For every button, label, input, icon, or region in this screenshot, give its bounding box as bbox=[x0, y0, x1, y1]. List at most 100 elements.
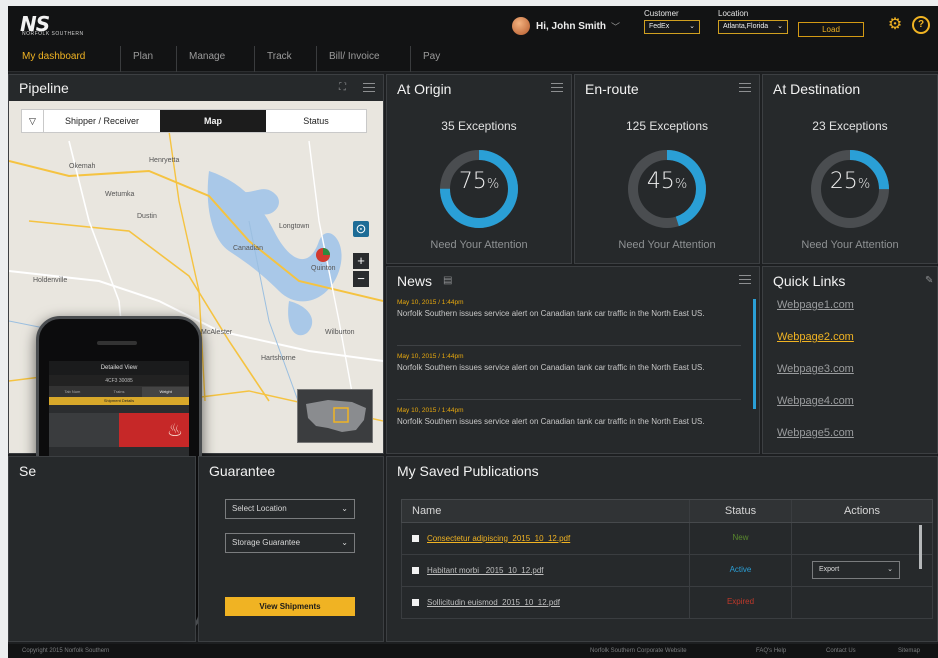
phone-header: Detailed View bbox=[49, 361, 189, 375]
load-button[interactable]: Load bbox=[798, 22, 864, 37]
view-shipments-button[interactable]: View Shipments bbox=[225, 597, 355, 616]
phone-banner: Shipment Details bbox=[49, 397, 189, 405]
file-link[interactable]: Habitant morbi _2015_10_12.pdf bbox=[427, 556, 544, 586]
fire-icon: ♨ bbox=[119, 413, 189, 447]
export-select[interactable]: Export ⌄ bbox=[812, 561, 900, 579]
percent-unit: % bbox=[674, 177, 688, 192]
actions-cell bbox=[792, 523, 932, 554]
norfolk-southern-logo[interactable]: NS NORFOLK SOUTHERN bbox=[20, 12, 110, 38]
chevron-down-icon: ⌄ bbox=[689, 23, 695, 30]
news-item[interactable]: May 10, 2015 / 1:44pm Norfolk Southern i… bbox=[397, 299, 717, 319]
file-link[interactable]: Consectetur adipiscing_2015_10_12.pdf bbox=[427, 524, 570, 554]
tab-shipper-receiver[interactable]: Shipper / Receiver bbox=[44, 110, 160, 132]
select-location-label: Select Location bbox=[232, 504, 287, 513]
menu-icon[interactable] bbox=[739, 83, 751, 93]
customer-group: Customer FedEx ⌄ bbox=[644, 9, 700, 34]
zoom-in-button[interactable]: + bbox=[353, 253, 369, 269]
checkbox[interactable] bbox=[412, 567, 419, 574]
pipeline-view-tabs: ▽ Shipper / Receiver Map Status bbox=[21, 109, 367, 133]
file-link[interactable]: Sollicitudin euismod_2015_10_12.pdf bbox=[427, 588, 560, 618]
origin-title: At Origin bbox=[397, 81, 452, 97]
quick-link[interactable]: Webpage2.com bbox=[777, 331, 854, 343]
edit-icon[interactable]: ✎ bbox=[925, 275, 933, 286]
customer-select[interactable]: FedEx ⌄ bbox=[644, 20, 700, 34]
news-date: May 10, 2015 / 1:44pm bbox=[397, 407, 464, 414]
help-icon[interactable]: ? bbox=[912, 16, 930, 34]
table-scrollbar[interactable] bbox=[919, 525, 922, 569]
menu-icon[interactable] bbox=[363, 83, 375, 93]
news-item[interactable]: May 10, 2015 / 1:44pm Norfolk Southern i… bbox=[397, 407, 717, 427]
checkbox[interactable] bbox=[412, 535, 419, 542]
zoom-out-button[interactable]: − bbox=[353, 271, 369, 287]
news-scrollbar[interactable] bbox=[753, 299, 756, 409]
phone-tab[interactable]: Tab Num bbox=[49, 387, 96, 397]
tab-pay[interactable]: Pay bbox=[410, 46, 452, 72]
tab-bill-invoice[interactable]: Bill/ Invoice bbox=[316, 46, 392, 72]
enroute-exceptions[interactable]: 125 Exceptions bbox=[575, 119, 759, 133]
destination-percent-value: 25 bbox=[829, 169, 858, 194]
phone-tab[interactable]: Trains bbox=[95, 387, 143, 397]
destination-exceptions[interactable]: 23 Exceptions bbox=[763, 119, 937, 133]
map-label-holdenville: Holdenville bbox=[33, 277, 68, 284]
table-row[interactable]: Sollicitudin euismod_2015_10_12.pdf Expi… bbox=[401, 587, 933, 619]
storage-guarantee-dropdown[interactable]: Storage Guarantee ⌄ bbox=[225, 533, 355, 553]
customer-label: Customer bbox=[644, 9, 679, 18]
phone-tab[interactable]: Weight bbox=[142, 387, 189, 397]
news-panel: News ▤ May 10, 2015 / 1:44pm Norfolk Sou… bbox=[386, 266, 760, 454]
select-location-dropdown[interactable]: Select Location ⌄ bbox=[225, 499, 355, 519]
news-text: Norfolk Southern issues service alert on… bbox=[397, 417, 705, 426]
shipments-panel: Se bbox=[8, 456, 196, 642]
gear-icon[interactable]: ⚙ bbox=[886, 16, 904, 34]
map-label-wetumka: Wetumka bbox=[105, 191, 135, 198]
quick-link[interactable]: Webpage5.com bbox=[777, 427, 854, 439]
origin-percent: 75% bbox=[435, 169, 523, 194]
quick-link[interactable]: Webpage4.com bbox=[777, 395, 854, 407]
location-select[interactable]: Atlanta,Florida ⌄ bbox=[718, 20, 788, 34]
quick-link[interactable]: Webpage1.com bbox=[777, 299, 854, 311]
news-title: News bbox=[397, 273, 433, 289]
column-name[interactable]: Name bbox=[402, 500, 690, 522]
footer-link[interactable]: Sitemap bbox=[898, 644, 920, 658]
map-label-dustin: Dustin bbox=[137, 213, 157, 220]
divider bbox=[397, 399, 741, 400]
menu-icon[interactable] bbox=[739, 275, 751, 285]
enroute-note: Need Your Attention bbox=[618, 239, 716, 251]
tab-map[interactable]: Map bbox=[160, 110, 266, 132]
phone-speaker bbox=[97, 341, 137, 345]
chevron-down-icon: ﹀ bbox=[611, 21, 621, 32]
origin-percent-value: 75 bbox=[458, 169, 487, 194]
news-text: Norfolk Southern issues service alert on… bbox=[397, 309, 705, 318]
enroute-percent: 45% bbox=[623, 169, 711, 194]
filter-icon[interactable]: ▽ bbox=[22, 110, 44, 132]
table-row[interactable]: Habitant morbi _2015_10_12.pdf Active Ex… bbox=[401, 555, 933, 587]
table-row[interactable]: Consectetur adipiscing_2015_10_12.pdf Ne… bbox=[401, 523, 933, 555]
status-badge: Expired bbox=[690, 587, 792, 618]
news-date: May 10, 2015 / 1:44pm bbox=[397, 299, 464, 306]
at-destination-panel: At Destination 23 Exceptions 25% Need Yo… bbox=[762, 74, 938, 264]
storage-guarantee-label: Storage Guarantee bbox=[232, 538, 301, 547]
user-menu[interactable]: Hi, John Smith ﹀ bbox=[512, 16, 620, 36]
news-item[interactable]: May 10, 2015 / 1:44pm Norfolk Southern i… bbox=[397, 353, 717, 373]
tab-track[interactable]: Track bbox=[254, 46, 304, 72]
phone-detail-block bbox=[49, 413, 119, 447]
tab-plan[interactable]: Plan bbox=[120, 46, 165, 72]
origin-exceptions[interactable]: 35 Exceptions bbox=[387, 119, 571, 133]
menu-icon[interactable] bbox=[551, 83, 563, 93]
footer-link[interactable]: Norfolk Southern Corporate Website bbox=[590, 644, 687, 658]
checkbox[interactable] bbox=[412, 599, 419, 606]
footer: Copyright 2015 Norfolk Southern Norfolk … bbox=[8, 644, 938, 658]
tab-status[interactable]: Status bbox=[266, 110, 366, 132]
quick-link[interactable]: Webpage3.com bbox=[777, 363, 854, 375]
shipments-title: Se bbox=[19, 463, 37, 479]
tab-my-dashboard[interactable]: My dashboard bbox=[10, 46, 97, 72]
us-overview-map[interactable] bbox=[297, 389, 373, 443]
tab-manage[interactable]: Manage bbox=[176, 46, 237, 72]
expand-icon[interactable]: ⛶ bbox=[339, 82, 346, 93]
phone-tabs: Tab Num Trains Weight bbox=[49, 387, 189, 397]
footer-link[interactable]: Contact Us bbox=[826, 644, 856, 658]
chevron-down-icon: ⌄ bbox=[887, 566, 893, 573]
column-status[interactable]: Status bbox=[690, 500, 792, 522]
footer-link[interactable]: FAQ's Help bbox=[756, 644, 786, 658]
rss-icon[interactable]: ▤ bbox=[443, 275, 452, 286]
locate-icon[interactable]: ⊙ bbox=[353, 221, 369, 237]
